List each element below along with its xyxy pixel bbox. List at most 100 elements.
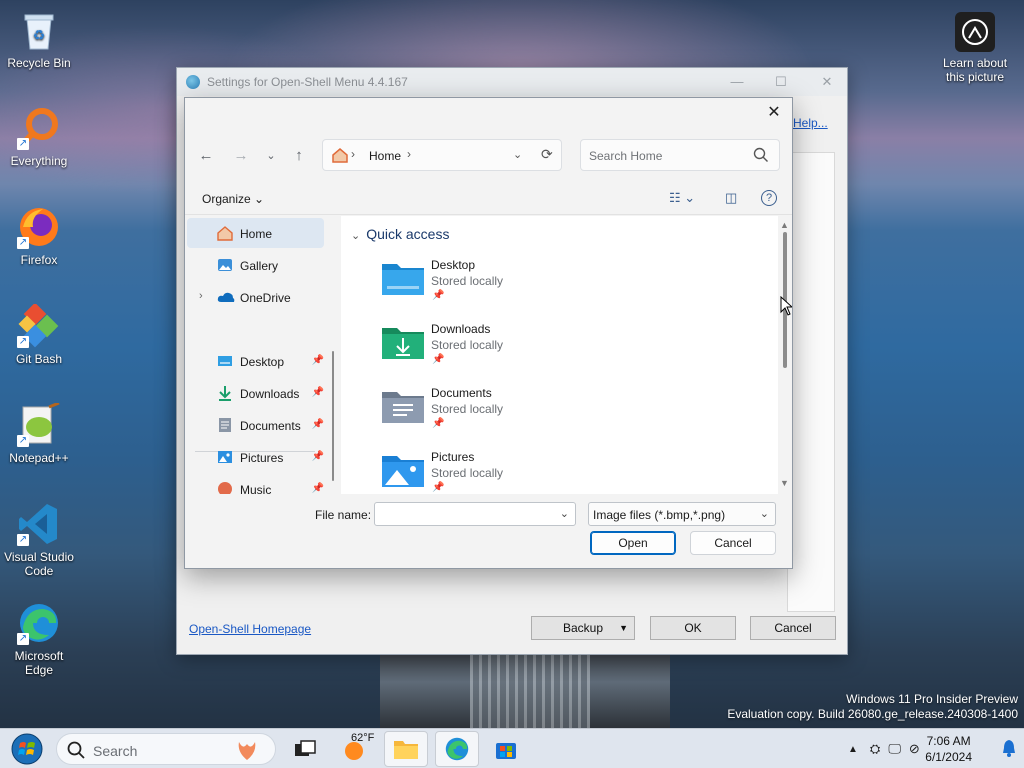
evaluation-watermark: Windows 11 Pro Insider Preview Evaluatio… <box>727 692 1018 722</box>
desktop-icon-vscode[interactable]: ↗ Visual Studio Code <box>1 502 77 578</box>
folder-status: Stored locally <box>431 402 504 416</box>
settings-titlebar[interactable]: Settings for Open-Shell Menu 4.4.167 — ☐… <box>177 68 847 96</box>
sync-status-icon[interactable]: ⛭ <box>870 741 880 757</box>
nav-item-home[interactable]: Home <box>187 218 324 248</box>
desktop-icon-firefox[interactable]: ↗ Firefox <box>1 205 77 267</box>
task-view-button[interactable] <box>283 731 327 767</box>
breadcrumb-separator-icon: › <box>351 147 355 161</box>
clock-date: 6/1/2024 <box>925 750 972 764</box>
open-file-dialog: ✕ ← → ⌄ ↑ › Home › ⌄ ⟳ Search Home Organ… <box>184 97 793 569</box>
address-bar[interactable]: › Home › ⌄ ⟳ <box>322 139 562 171</box>
learn-about-picture[interactable]: Learn about this picture <box>936 12 1014 84</box>
desktop-icon-edge[interactable]: ↗ Microsoft Edge <box>1 601 77 677</box>
help-link[interactable]: Help... <box>793 116 828 130</box>
edge-icon: ↗ <box>17 601 61 645</box>
weather-widget[interactable]: 62°F <box>331 731 381 767</box>
vscode-icon: ↗ <box>17 502 61 546</box>
quick-access-header[interactable]: ⌄ Quick access <box>351 226 449 242</box>
recycle-bin-icon: ♻ <box>17 8 61 52</box>
expand-chevron-icon[interactable]: › <box>199 290 203 302</box>
nav-item-onedrive[interactable]: › OneDrive <box>187 282 324 312</box>
minimize-button[interactable]: — <box>727 73 747 91</box>
taskbar-edge[interactable] <box>435 731 479 767</box>
up-arrow-icon[interactable]: ↑ <box>289 146 309 166</box>
nav-item-label: Desktop <box>240 355 285 369</box>
desktop-icon-label: Visual Studio Code <box>4 550 74 578</box>
dialog-close-button[interactable]: ✕ <box>764 103 784 123</box>
clock-time: 7:06 AM <box>926 734 971 748</box>
dropdown-arrow-icon: ▼ <box>619 623 628 633</box>
folder-name: Desktop <box>431 258 476 272</box>
nav-item-label: Pictures <box>240 451 284 465</box>
folder-name: Downloads <box>431 322 491 336</box>
file-type-select[interactable]: Image files (*.bmp,*.png) ⌄ <box>588 502 776 526</box>
folder-item-downloads[interactable]: Downloads Stored locally 📌 <box>381 316 681 376</box>
dialog-footer: File name: ⌄ Image files (*.bmp,*.png) ⌄… <box>185 496 792 570</box>
desktop-icon-everything[interactable]: ↗ Everything <box>1 106 77 168</box>
folder-status: Stored locally <box>431 274 504 288</box>
nav-item-music[interactable]: Music 📌 <box>187 474 324 494</box>
nav-pane-scrollbar[interactable] <box>332 351 334 481</box>
home-icon <box>331 147 349 166</box>
search-input[interactable]: Search Home <box>580 139 780 171</box>
music-icon <box>217 481 233 494</box>
backup-button[interactable]: Backup ▼ <box>531 616 635 640</box>
file-list-scrollbar[interactable]: ▲ ▼ <box>779 220 791 490</box>
desktop-icon-notepad-plus-plus[interactable]: ↗ Notepad++ <box>1 403 77 465</box>
git-bash-icon: ↗ <box>17 304 61 348</box>
start-button[interactable] <box>8 733 46 765</box>
chevron-down-icon[interactable]: ⌄ <box>560 507 569 520</box>
scroll-up-arrow-icon[interactable]: ▲ <box>780 220 789 230</box>
folder-item-desktop[interactable]: Desktop Stored locally 📌 <box>381 252 681 312</box>
nav-item-documents[interactable]: Documents 📌 <box>187 410 324 440</box>
pin-icon: 📌 <box>432 482 445 493</box>
refresh-icon[interactable]: ⟳ <box>541 146 553 163</box>
folder-item-pictures[interactable]: Pictures Stored locally 📌 <box>381 444 681 494</box>
nav-item-downloads[interactable]: Downloads 📌 <box>187 378 324 408</box>
watermark-line1: Windows 11 Pro Insider Preview <box>846 692 1018 706</box>
address-history-chevron-icon[interactable]: ⌄ <box>513 148 522 161</box>
nav-item-pictures[interactable]: Pictures 📌 <box>187 442 324 472</box>
desktop-icon-git-bash[interactable]: ↗ Git Bash <box>1 304 77 366</box>
scroll-down-arrow-icon[interactable]: ▼ <box>780 478 789 488</box>
file-name-input[interactable]: ⌄ <box>374 502 576 526</box>
view-options-icon[interactable]: ☷ ⌄ <box>669 190 695 206</box>
forward-arrow-icon[interactable]: → <box>231 146 251 166</box>
organize-menu[interactable]: Organize ⌄ <box>202 192 264 206</box>
breadcrumb-separator-icon[interactable]: › <box>407 147 411 161</box>
firefox-icon: ↗ <box>17 205 61 249</box>
pin-icon: 📌 <box>311 483 324 494</box>
recent-locations-chevron-icon[interactable]: ⌄ <box>261 146 281 166</box>
folder-name: Documents <box>431 386 492 400</box>
open-button[interactable]: Open <box>590 531 676 555</box>
cancel-button[interactable]: Cancel <box>690 531 776 555</box>
ok-button[interactable]: OK <box>650 616 736 640</box>
home-icon <box>217 225 233 241</box>
help-icon[interactable]: ? <box>761 190 777 206</box>
volume-muted-icon[interactable]: ⊘ <box>909 741 920 757</box>
back-arrow-icon[interactable]: ← <box>196 146 216 166</box>
weather-temp: 62°F <box>351 732 375 744</box>
taskbar-file-explorer[interactable] <box>384 731 428 767</box>
nav-item-label: Downloads <box>240 387 300 401</box>
camera-info-icon <box>955 12 995 52</box>
network-icon[interactable]: 🖵 <box>888 741 901 757</box>
nav-item-desktop[interactable]: Desktop 📌 <box>187 346 324 376</box>
folder-item-documents[interactable]: Documents Stored locally 📌 <box>381 380 681 440</box>
taskbar-store[interactable] <box>484 731 528 767</box>
folder-name: Pictures <box>431 450 475 464</box>
breadcrumb-home[interactable]: Home <box>369 149 401 163</box>
homepage-link[interactable]: Open-Shell Homepage <box>189 622 311 636</box>
preview-pane-icon[interactable]: ◫ <box>725 190 737 206</box>
settings-cancel-button[interactable]: Cancel <box>750 616 836 640</box>
nav-item-gallery[interactable]: Gallery <box>187 250 324 280</box>
close-button[interactable]: ✕ <box>817 73 837 91</box>
clock[interactable]: 7:06 AM 6/1/2024 <box>925 733 972 765</box>
maximize-button[interactable]: ☐ <box>771 73 791 91</box>
desktop-icon-recycle-bin[interactable]: ♻ Recycle Bin <box>1 8 77 70</box>
search-highlight-icon <box>233 738 261 765</box>
show-hidden-icons-chevron-icon[interactable]: ▲ <box>848 744 858 755</box>
taskbar-search-box[interactable]: Search <box>56 733 276 765</box>
notification-bell-icon[interactable] <box>1002 739 1016 760</box>
desktop-icon-label: Git Bash <box>15 352 63 366</box>
